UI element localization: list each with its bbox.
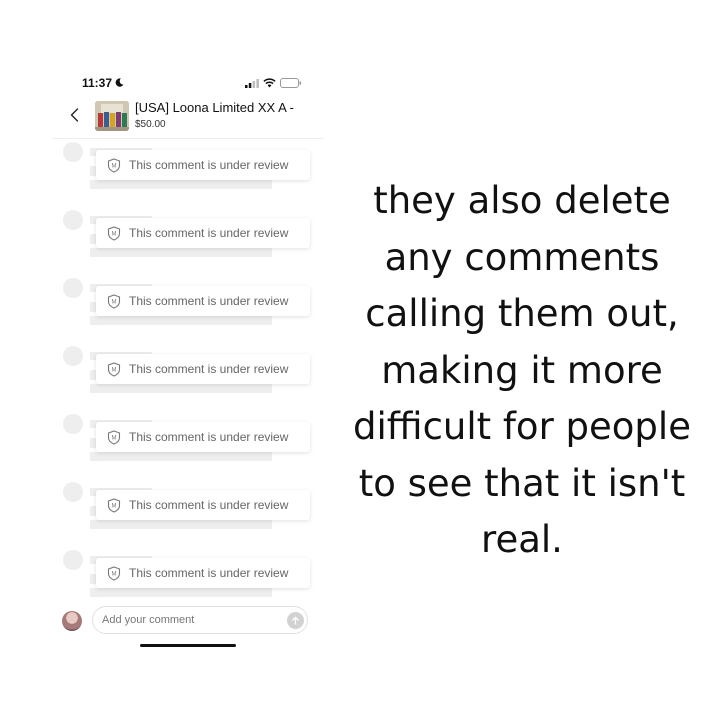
comments-list: M This comment is under review M This co… xyxy=(52,140,324,610)
under-review-notice: M This comment is under review xyxy=(96,490,310,520)
blurred-comment-line xyxy=(90,588,272,597)
svg-text:M: M xyxy=(112,367,117,373)
avatar xyxy=(62,611,82,631)
caption-line: to see that it isn't xyxy=(358,461,686,505)
caption-line: any comments xyxy=(384,235,660,279)
svg-text:M: M xyxy=(112,503,117,509)
shield-icon: M xyxy=(107,225,121,241)
listing-price: $50.00 xyxy=(135,119,166,130)
review-notice-text: This comment is under review xyxy=(129,226,289,240)
avatar xyxy=(63,142,83,162)
avatar xyxy=(63,482,83,502)
caption-line: making it more xyxy=(381,348,663,392)
comment-composer xyxy=(52,604,324,640)
shield-icon: M xyxy=(107,497,121,513)
caption-line: they also delete xyxy=(373,179,671,222)
review-notice-text: This comment is under review xyxy=(129,498,289,512)
review-notice-text: This comment is under review xyxy=(129,294,289,308)
send-button[interactable] xyxy=(287,612,304,629)
listing-thumbnail[interactable] xyxy=(95,101,129,131)
svg-text:M: M xyxy=(112,231,117,237)
status-icons xyxy=(245,78,302,88)
review-notice-text: This comment is under review xyxy=(129,566,289,580)
review-notice-text: This comment is under review xyxy=(129,362,289,376)
moon-icon xyxy=(115,78,124,87)
avatar xyxy=(63,414,83,434)
canvas: 11:37 [USA] Loona Limited XX A - $50.00 … xyxy=(0,0,720,720)
phone-screenshot: 11:37 [USA] Loona Limited XX A - $50.00 … xyxy=(52,70,324,660)
caption-line: difficult for people xyxy=(353,405,691,448)
list-item: M This comment is under review xyxy=(52,480,324,548)
caption-line: real. xyxy=(481,518,563,561)
under-review-notice: M This comment is under review xyxy=(96,218,310,248)
list-item: M This comment is under review xyxy=(52,140,324,208)
list-item: M This comment is under review xyxy=(52,276,324,344)
svg-text:M: M xyxy=(112,299,117,305)
list-item: M This comment is under review xyxy=(52,344,324,412)
arrow-up-icon xyxy=(292,616,299,625)
avatar xyxy=(63,346,83,366)
svg-text:M: M xyxy=(112,571,117,577)
svg-text:M: M xyxy=(112,435,117,441)
svg-text:M: M xyxy=(112,163,117,169)
home-indicator[interactable] xyxy=(140,644,236,647)
album-art-image xyxy=(95,101,129,131)
under-review-notice: M This comment is under review xyxy=(96,286,310,316)
list-item: M This comment is under review xyxy=(52,208,324,276)
avatar xyxy=(63,550,83,570)
status-time: 11:37 xyxy=(82,76,113,90)
wifi-icon xyxy=(263,78,276,88)
avatar xyxy=(63,210,83,230)
shield-icon: M xyxy=(107,429,121,445)
review-notice-text: This comment is under review xyxy=(129,430,289,444)
battery-icon xyxy=(280,78,302,88)
listing-title[interactable]: [USA] Loona Limited XX A - xyxy=(135,100,324,115)
chevron-left-icon xyxy=(70,108,78,122)
shield-icon: M xyxy=(107,293,121,309)
blurred-comment-line xyxy=(90,520,272,529)
under-review-notice: M This comment is under review xyxy=(96,422,310,452)
listing-header: [USA] Loona Limited XX A - $50.00 xyxy=(52,98,324,139)
signal-icon xyxy=(245,78,259,88)
shield-icon: M xyxy=(107,157,121,173)
under-review-notice: M This comment is under review xyxy=(96,354,310,384)
blurred-comment-line xyxy=(90,452,272,461)
blurred-comment-line xyxy=(90,384,272,393)
blurred-comment-line xyxy=(90,316,272,325)
review-notice-text: This comment is under review xyxy=(129,158,289,172)
comment-input[interactable] xyxy=(92,606,308,634)
list-item: M This comment is under review xyxy=(52,412,324,480)
status-bar: 11:37 xyxy=(52,70,324,98)
shield-icon: M xyxy=(107,361,121,377)
caption-line: calling them out, xyxy=(365,292,679,335)
blurred-comment-line xyxy=(90,180,272,189)
caption-text: they also delete any comments calling th… xyxy=(344,173,700,569)
under-review-notice: M This comment is under review xyxy=(96,558,310,588)
shield-icon: M xyxy=(107,565,121,581)
blurred-comment-line xyxy=(90,248,272,257)
back-button[interactable] xyxy=(66,106,82,124)
under-review-notice: M This comment is under review xyxy=(96,150,310,180)
avatar xyxy=(63,278,83,298)
